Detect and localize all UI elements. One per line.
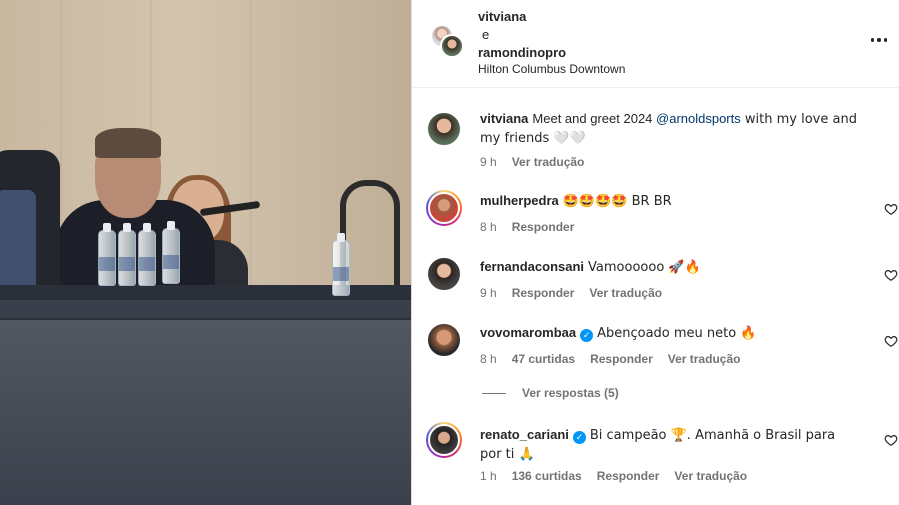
username-link[interactable]: vovomarombaa	[480, 325, 576, 340]
username-link[interactable]: mulherpedra	[480, 193, 559, 208]
like-heart-icon[interactable]	[884, 268, 898, 282]
avatar[interactable]	[426, 190, 462, 226]
comment-body: Vamoooooo 🚀🔥	[588, 260, 701, 275]
timestamp[interactable]: 1 h	[480, 469, 497, 483]
wall-stripe	[250, 0, 252, 300]
water-bottle	[118, 223, 136, 286]
speaker-hair	[95, 128, 161, 158]
username-link[interactable]: fernandaconsani	[480, 259, 584, 274]
username-link[interactable]: vitviana	[478, 8, 566, 26]
translate-button[interactable]: Ver tradução	[674, 469, 747, 483]
comment-meta: 8 h 47 curtidas Responder Ver tradução	[480, 352, 740, 366]
comment-text: mulherpedra 🤩🤩🤩🤩 BR BR	[480, 192, 860, 211]
like-heart-icon[interactable]	[884, 433, 898, 447]
water-bottle	[138, 223, 156, 286]
collab-usernames: vitviana e ramondinopro	[478, 8, 566, 62]
comment-text: renato_cariani ✓ Bi campeão 🏆. Amanhã o Br…	[480, 426, 860, 464]
view-replies-button[interactable]: Ver respostas (5)	[482, 386, 619, 400]
collab-avatars[interactable]	[430, 24, 468, 60]
comment-meta: 8 h Responder	[480, 220, 574, 234]
location-link[interactable]: Hilton Columbus Downtown	[478, 62, 625, 76]
post-sidebar: vitviana e ramondinopro Hilton Columbus …	[412, 0, 899, 505]
connector-text: e	[482, 27, 490, 42]
reply-button[interactable]: Responder	[512, 286, 575, 300]
comment-text: vovomarombaa ✓ Abençoado meu neto 🔥	[480, 324, 860, 343]
comment-meta: 9 h Responder Ver tradução	[480, 286, 662, 300]
timestamp[interactable]: 9 h	[480, 286, 497, 300]
likes-count[interactable]: 47 curtidas	[512, 352, 575, 366]
avatar[interactable]	[440, 34, 464, 58]
username-link[interactable]: renato_cariani	[480, 427, 569, 442]
caption-meta: 9 h Ver tradução	[480, 155, 584, 169]
avatar[interactable]	[426, 322, 462, 358]
comment-body: 🤩🤩🤩🤩 BR BR	[562, 194, 672, 209]
water-bottle	[332, 233, 350, 296]
verified-badge-icon: ✓	[572, 431, 586, 444]
comment-meta: 1 h 136 curtidas Responder Ver tradução	[480, 469, 747, 483]
username-link[interactable]: vitviana	[480, 111, 528, 126]
replies-divider	[482, 392, 506, 394]
table-edge	[0, 300, 411, 318]
timestamp[interactable]: 8 h	[480, 352, 497, 366]
post-header: vitviana e ramondinopro Hilton Columbus …	[412, 0, 899, 88]
verified-badge-icon: ✓	[580, 329, 594, 342]
floor	[0, 320, 411, 505]
avatar[interactable]	[426, 111, 462, 147]
likes-count[interactable]: 136 curtidas	[512, 469, 582, 483]
caption-text: vitviana Meet and greet 2024 @arnoldsport…	[480, 110, 860, 148]
mention-link[interactable]: @arnoldsports	[656, 111, 741, 126]
more-options-icon[interactable]	[867, 30, 891, 50]
like-heart-icon[interactable]	[884, 334, 898, 348]
water-bottle	[98, 223, 116, 286]
reply-button[interactable]: Responder	[512, 220, 575, 234]
reply-button[interactable]: Responder	[597, 469, 660, 483]
timestamp[interactable]: 8 h	[480, 220, 497, 234]
caption-body: Meet and greet 2024	[532, 111, 657, 126]
timestamp[interactable]: 9 h	[480, 155, 497, 169]
comment-body: Abençoado meu neto 🔥	[597, 326, 757, 341]
post-media[interactable]	[0, 0, 411, 505]
translate-button[interactable]: Ver tradução	[589, 286, 662, 300]
view-replies-label: Ver respostas (5)	[522, 386, 619, 400]
avatar[interactable]	[426, 256, 462, 292]
comment-text: fernandaconsani Vamoooooo 🚀🔥	[480, 258, 860, 277]
reply-button[interactable]: Responder	[590, 352, 653, 366]
translate-button[interactable]: Ver tradução	[512, 155, 585, 169]
translate-button[interactable]: Ver tradução	[668, 352, 741, 366]
avatar[interactable]	[426, 422, 462, 458]
water-bottle	[162, 221, 180, 284]
like-heart-icon[interactable]	[884, 202, 898, 216]
username-link[interactable]: ramondinopro	[478, 44, 566, 62]
